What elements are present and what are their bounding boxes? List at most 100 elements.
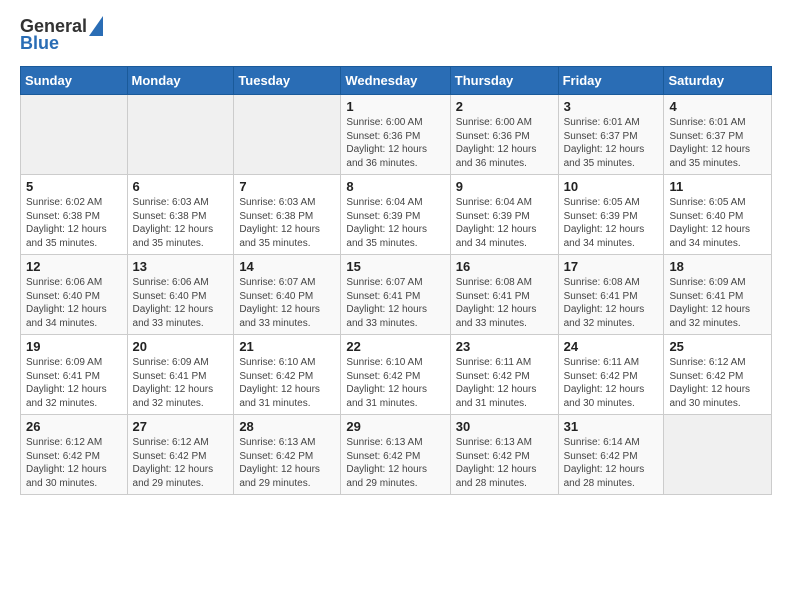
day-number: 5	[26, 179, 122, 194]
calendar-table: SundayMondayTuesdayWednesdayThursdayFrid…	[20, 66, 772, 495]
calendar-cell	[234, 95, 341, 175]
calendar-week-2: 5 Sunrise: 6:02 AM Sunset: 6:38 PM Daylig…	[21, 175, 772, 255]
day-info: Sunrise: 6:01 AM Sunset: 6:37 PM Dayligh…	[564, 116, 659, 170]
day-number: 17	[564, 259, 659, 274]
calendar-cell: 9 Sunrise: 6:04 AM Sunset: 6:39 PM Daylig…	[450, 175, 558, 255]
day-info: Sunrise: 6:02 AM Sunset: 6:38 PM Dayligh…	[26, 196, 122, 250]
day-info: Sunrise: 6:05 AM Sunset: 6:40 PM Dayligh…	[669, 196, 766, 250]
day-info: Sunrise: 6:09 AM Sunset: 6:41 PM Dayligh…	[133, 356, 229, 410]
day-info: Sunrise: 6:09 AM Sunset: 6:41 PM Dayligh…	[669, 276, 766, 330]
day-info: Sunrise: 6:12 AM Sunset: 6:42 PM Dayligh…	[133, 436, 229, 490]
day-info: Sunrise: 6:05 AM Sunset: 6:39 PM Dayligh…	[564, 196, 659, 250]
day-info: Sunrise: 6:07 AM Sunset: 6:40 PM Dayligh…	[239, 276, 335, 330]
day-info: Sunrise: 6:07 AM Sunset: 6:41 PM Dayligh…	[346, 276, 444, 330]
calendar-cell: 28 Sunrise: 6:13 AM Sunset: 6:42 PM Dayli…	[234, 415, 341, 495]
calendar-week-1: 1 Sunrise: 6:00 AM Sunset: 6:36 PM Daylig…	[21, 95, 772, 175]
day-number: 27	[133, 419, 229, 434]
calendar-cell: 7 Sunrise: 6:03 AM Sunset: 6:38 PM Daylig…	[234, 175, 341, 255]
day-number: 30	[456, 419, 553, 434]
day-number: 28	[239, 419, 335, 434]
day-info: Sunrise: 6:13 AM Sunset: 6:42 PM Dayligh…	[346, 436, 444, 490]
day-number: 12	[26, 259, 122, 274]
day-info: Sunrise: 6:14 AM Sunset: 6:42 PM Dayligh…	[564, 436, 659, 490]
calendar-cell: 3 Sunrise: 6:01 AM Sunset: 6:37 PM Daylig…	[558, 95, 664, 175]
day-number: 8	[346, 179, 444, 194]
day-info: Sunrise: 6:08 AM Sunset: 6:41 PM Dayligh…	[564, 276, 659, 330]
calendar-cell: 6 Sunrise: 6:03 AM Sunset: 6:38 PM Daylig…	[127, 175, 234, 255]
calendar-cell: 20 Sunrise: 6:09 AM Sunset: 6:41 PM Dayli…	[127, 335, 234, 415]
day-info: Sunrise: 6:08 AM Sunset: 6:41 PM Dayligh…	[456, 276, 553, 330]
day-number: 2	[456, 99, 553, 114]
day-number: 20	[133, 339, 229, 354]
calendar-cell: 31 Sunrise: 6:14 AM Sunset: 6:42 PM Dayli…	[558, 415, 664, 495]
calendar-cell	[127, 95, 234, 175]
calendar-week-5: 26 Sunrise: 6:12 AM Sunset: 6:42 PM Dayli…	[21, 415, 772, 495]
day-info: Sunrise: 6:03 AM Sunset: 6:38 PM Dayligh…	[133, 196, 229, 250]
page: { "header": { "logo_general": "General",…	[0, 0, 792, 612]
day-number: 31	[564, 419, 659, 434]
calendar-week-4: 19 Sunrise: 6:09 AM Sunset: 6:41 PM Dayli…	[21, 335, 772, 415]
calendar-cell: 22 Sunrise: 6:10 AM Sunset: 6:42 PM Dayli…	[341, 335, 450, 415]
day-number: 16	[456, 259, 553, 274]
calendar-cell: 21Sunrise: 6:10 AM Sunset: 6:42 PM Dayli…	[234, 335, 341, 415]
weekday-header-monday: Monday	[127, 67, 234, 95]
day-number: 25	[669, 339, 766, 354]
logo: General Blue	[20, 16, 103, 54]
day-info: Sunrise: 6:00 AM Sunset: 6:36 PM Dayligh…	[346, 116, 444, 170]
day-info: Sunrise: 6:00 AM Sunset: 6:36 PM Dayligh…	[456, 116, 553, 170]
day-info: Sunrise: 6:10 AM Sunset: 6:42 PM Dayligh…	[346, 356, 444, 410]
calendar-cell: 2 Sunrise: 6:00 AM Sunset: 6:36 PM Daylig…	[450, 95, 558, 175]
logo-blue: Blue	[20, 33, 59, 54]
weekday-header-saturday: Saturday	[664, 67, 772, 95]
calendar-cell: 1 Sunrise: 6:00 AM Sunset: 6:36 PM Daylig…	[341, 95, 450, 175]
calendar-cell	[664, 415, 772, 495]
calendar-cell: 19 Sunrise: 6:09 AM Sunset: 6:41 PM Dayli…	[21, 335, 128, 415]
day-number: 26	[26, 419, 122, 434]
day-info: Sunrise: 6:11 AM Sunset: 6:42 PM Dayligh…	[564, 356, 659, 410]
calendar-cell: 8Sunrise: 6:04 AM Sunset: 6:39 PM Daylig…	[341, 175, 450, 255]
day-info: Sunrise: 6:09 AM Sunset: 6:41 PM Dayligh…	[26, 356, 122, 410]
header: General Blue	[20, 16, 772, 54]
calendar-cell: 15Sunrise: 6:07 AM Sunset: 6:41 PM Dayli…	[341, 255, 450, 335]
calendar-cell: 24 Sunrise: 6:11 AM Sunset: 6:42 PM Dayli…	[558, 335, 664, 415]
day-info: Sunrise: 6:03 AM Sunset: 6:38 PM Dayligh…	[239, 196, 335, 250]
day-number: 9	[456, 179, 553, 194]
day-number: 23	[456, 339, 553, 354]
day-number: 13	[133, 259, 229, 274]
calendar-body: 1 Sunrise: 6:00 AM Sunset: 6:36 PM Daylig…	[21, 95, 772, 495]
day-number: 19	[26, 339, 122, 354]
calendar-cell: 4Sunrise: 6:01 AM Sunset: 6:37 PM Daylig…	[664, 95, 772, 175]
calendar-header-row: SundayMondayTuesdayWednesdayThursdayFrid…	[21, 67, 772, 95]
day-number: 29	[346, 419, 444, 434]
day-info: Sunrise: 6:06 AM Sunset: 6:40 PM Dayligh…	[26, 276, 122, 330]
day-info: Sunrise: 6:06 AM Sunset: 6:40 PM Dayligh…	[133, 276, 229, 330]
calendar-cell: 27 Sunrise: 6:12 AM Sunset: 6:42 PM Dayli…	[127, 415, 234, 495]
day-number: 7	[239, 179, 335, 194]
day-number: 11	[669, 179, 766, 194]
day-info: Sunrise: 6:12 AM Sunset: 6:42 PM Dayligh…	[26, 436, 122, 490]
day-info: Sunrise: 6:04 AM Sunset: 6:39 PM Dayligh…	[456, 196, 553, 250]
calendar-cell: 11 Sunrise: 6:05 AM Sunset: 6:40 PM Dayli…	[664, 175, 772, 255]
day-number: 24	[564, 339, 659, 354]
day-info: Sunrise: 6:13 AM Sunset: 6:42 PM Dayligh…	[456, 436, 553, 490]
calendar-cell: 25Sunrise: 6:12 AM Sunset: 6:42 PM Dayli…	[664, 335, 772, 415]
day-number: 3	[564, 99, 659, 114]
day-number: 4	[669, 99, 766, 114]
calendar-cell: 17 Sunrise: 6:08 AM Sunset: 6:41 PM Dayli…	[558, 255, 664, 335]
day-number: 21	[239, 339, 335, 354]
weekday-header-wednesday: Wednesday	[341, 67, 450, 95]
calendar-cell: 29 Sunrise: 6:13 AM Sunset: 6:42 PM Dayli…	[341, 415, 450, 495]
weekday-header-sunday: Sunday	[21, 67, 128, 95]
day-info: Sunrise: 6:13 AM Sunset: 6:42 PM Dayligh…	[239, 436, 335, 490]
day-number: 6	[133, 179, 229, 194]
calendar-cell: 23Sunrise: 6:11 AM Sunset: 6:42 PM Dayli…	[450, 335, 558, 415]
day-number: 1	[346, 99, 444, 114]
logo-triangle-icon	[89, 16, 103, 36]
weekday-header-friday: Friday	[558, 67, 664, 95]
calendar-cell: 30 Sunrise: 6:13 AM Sunset: 6:42 PM Dayli…	[450, 415, 558, 495]
calendar-cell: 10Sunrise: 6:05 AM Sunset: 6:39 PM Dayli…	[558, 175, 664, 255]
day-number: 14	[239, 259, 335, 274]
day-number: 22	[346, 339, 444, 354]
calendar-cell	[21, 95, 128, 175]
calendar-cell: 16 Sunrise: 6:08 AM Sunset: 6:41 PM Dayli…	[450, 255, 558, 335]
